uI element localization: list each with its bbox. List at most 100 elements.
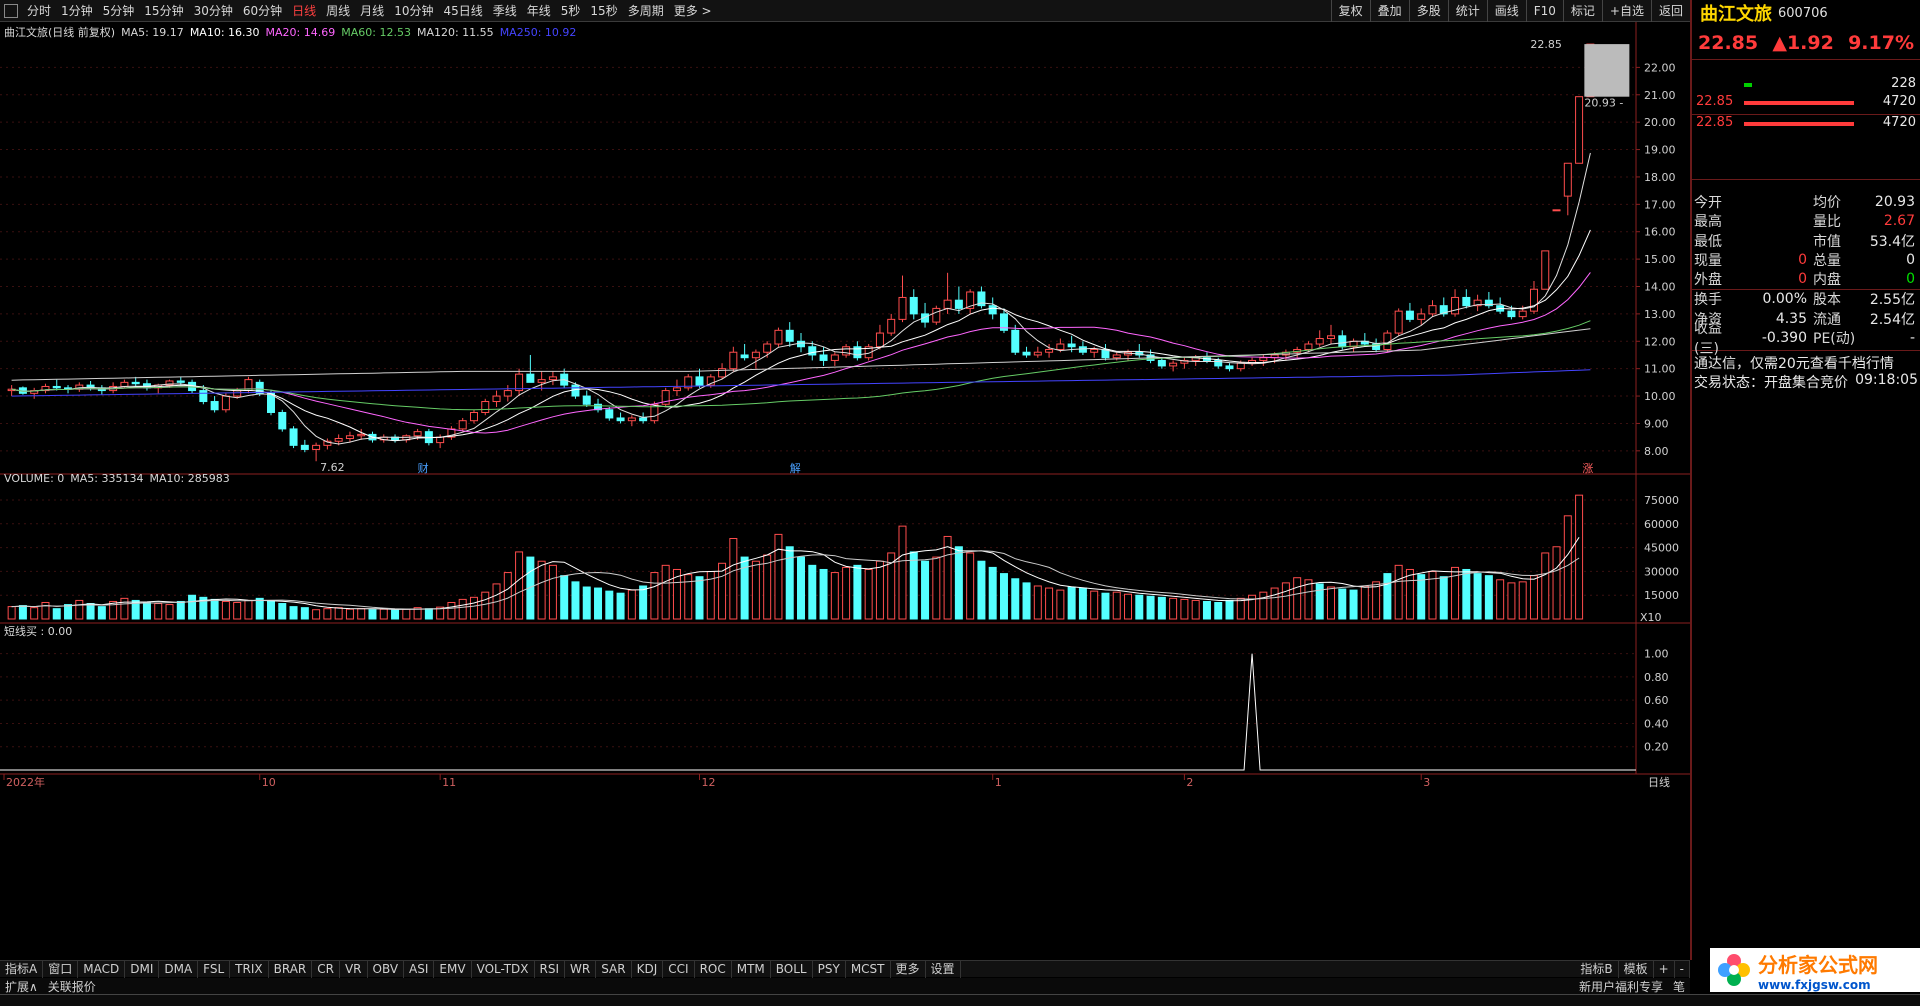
indicator-tab[interactable]: ASI: [404, 960, 435, 978]
toolbar-button[interactable]: +自选: [1601, 0, 1651, 22]
period-tab[interactable]: 5分钟: [98, 2, 140, 19]
indicator-tab[interactable]: TRIX: [230, 960, 269, 978]
indicator-tab[interactable]: FSL: [198, 960, 231, 978]
volume-tick-label: 45000: [1644, 542, 1679, 555]
kline-chart-svg[interactable]: 22.0021.0020.0019.0018.0017.0016.0015.00…: [0, 22, 1712, 952]
last-price-label: 20.93 -: [1584, 97, 1623, 110]
stock-header: 曲江文旅 600706: [1692, 0, 1920, 26]
indicator-tab[interactable]: MTM: [732, 960, 771, 978]
indicator-tab[interactable]: MACD: [78, 960, 126, 978]
indicator-tab[interactable]: PSY: [813, 960, 846, 978]
volume-bar: [1372, 581, 1381, 620]
volume-bar: [7, 606, 16, 620]
indicator-tab[interactable]: KDJ: [632, 960, 664, 978]
indicator-tab[interactable]: DMA: [159, 960, 199, 978]
quote-value: 0.00%: [1762, 291, 1807, 308]
indicator-tab[interactable]: RSI: [535, 960, 566, 978]
toolbar-button[interactable]: 统计: [1447, 0, 1487, 22]
volume-bar: [808, 564, 817, 620]
volume-bar: [1552, 546, 1561, 620]
period-tab[interactable]: 日线: [287, 2, 321, 19]
toolbar-button[interactable]: 叠加: [1369, 0, 1409, 22]
indicator-right-button[interactable]: 指标B: [1575, 960, 1619, 978]
period-tab[interactable]: 月线: [355, 2, 389, 19]
indicator-tab[interactable]: BOLL: [771, 960, 813, 978]
candle-body: [345, 435, 354, 440]
toolbar-button[interactable]: 返回: [1650, 0, 1690, 22]
candle-body: [808, 346, 817, 356]
volume-bar: [18, 605, 27, 620]
period-tab[interactable]: 10分钟: [389, 2, 438, 19]
period-tab[interactable]: 15分钟: [139, 2, 188, 19]
indicator-tab[interactable]: 窗口: [43, 960, 79, 978]
legend-ma120: MA120: 11.55: [416, 25, 494, 39]
candle-body: [469, 411, 478, 422]
volume-bar: [1541, 552, 1550, 620]
indicator-right-button[interactable]: +: [1654, 960, 1675, 978]
volume-bar: [52, 608, 61, 620]
indicator-tab[interactable]: CR: [312, 960, 340, 978]
indicator-tab[interactable]: WR: [565, 960, 597, 978]
period-tab[interactable]: 分时: [22, 2, 56, 19]
extension-bar: 扩展∧ 关联报价 新用户福利专享笔: [0, 978, 1690, 994]
volume-bar: [289, 606, 298, 620]
candle-body: [1462, 296, 1471, 307]
quote-label: 均价: [1813, 194, 1841, 211]
extension-tab[interactable]: 扩展∧: [0, 978, 43, 995]
period-tab[interactable]: 15秒: [585, 2, 622, 19]
period-tab[interactable]: 周线: [321, 2, 355, 19]
volume-bar: [1473, 573, 1482, 620]
period-tab[interactable]: 45日线: [438, 2, 487, 19]
quote-row: 今开 均价 20.93: [1692, 192, 1920, 212]
quote-value: 0: [1798, 252, 1807, 269]
indicator-tab[interactable]: DMI: [125, 960, 160, 978]
candle-body: [1507, 310, 1516, 318]
indicator-tick-label: 0.40: [1644, 717, 1669, 730]
extension-tab[interactable]: 关联报价: [43, 978, 101, 995]
candle-body: [1236, 362, 1245, 370]
indicator-tab[interactable]: SAR: [596, 960, 632, 978]
indicator-tab[interactable]: CCI: [663, 960, 695, 978]
indicator-tab[interactable]: 更多: [891, 960, 926, 978]
period-tab[interactable]: 5秒: [556, 2, 586, 19]
indicator-tab[interactable]: OBV: [368, 960, 405, 978]
period-tab[interactable]: 多周期: [623, 2, 669, 19]
indicator-tab[interactable]: BRAR: [269, 960, 313, 978]
volume-bar: [1045, 587, 1054, 620]
extension-right-item[interactable]: 新用户福利专享: [1574, 978, 1668, 995]
candle-body: [887, 318, 896, 334]
volume-bar: [898, 525, 907, 620]
extension-right-item[interactable]: 笔: [1668, 978, 1690, 995]
period-tab[interactable]: 1分钟: [56, 2, 98, 19]
candle-body: [503, 390, 512, 397]
toolbar-button[interactable]: 标记: [1562, 0, 1602, 22]
period-tab[interactable]: 30分钟: [189, 2, 238, 19]
advert-message[interactable]: 通达信，仅需20元查看千档行情: [1692, 350, 1920, 372]
price-tick-label: 22.00: [1644, 61, 1676, 74]
indicator-tab[interactable]: MCST: [846, 960, 891, 978]
indicator-tab[interactable]: VR: [340, 960, 368, 978]
volume-bar: [695, 576, 704, 620]
period-tab[interactable]: 60分钟: [238, 2, 287, 19]
volume-bar: [639, 585, 648, 620]
period-tab[interactable]: 年线: [522, 2, 556, 19]
toolbar-button[interactable]: 画线: [1486, 0, 1526, 22]
period-tab[interactable]: 更多 >: [669, 2, 717, 19]
indicator-right-button[interactable]: -: [1675, 960, 1690, 978]
indicator-tab[interactable]: 指标A: [0, 960, 44, 978]
toolbar-button[interactable]: F10: [1525, 0, 1563, 22]
period-tab[interactable]: 季线: [488, 2, 522, 19]
indicator-tab[interactable]: ROC: [695, 960, 732, 978]
indicator-right-button[interactable]: 模板: [1619, 960, 1654, 978]
candle-body: [729, 351, 738, 370]
menu-toggle-icon[interactable]: [4, 3, 18, 18]
toolbar-button[interactable]: 多股: [1408, 0, 1448, 22]
quote-value: 53.4亿: [1869, 233, 1915, 250]
candle-body: [526, 373, 535, 383]
indicator-tab[interactable]: VOL-TDX: [472, 960, 535, 978]
candle-body: [1157, 359, 1166, 367]
toolbar-button[interactable]: 复权: [1330, 0, 1370, 22]
volume-unit-label: X10: [1640, 611, 1662, 624]
indicator-tab[interactable]: 设置: [926, 960, 961, 978]
indicator-tab[interactable]: EMV: [434, 960, 472, 978]
